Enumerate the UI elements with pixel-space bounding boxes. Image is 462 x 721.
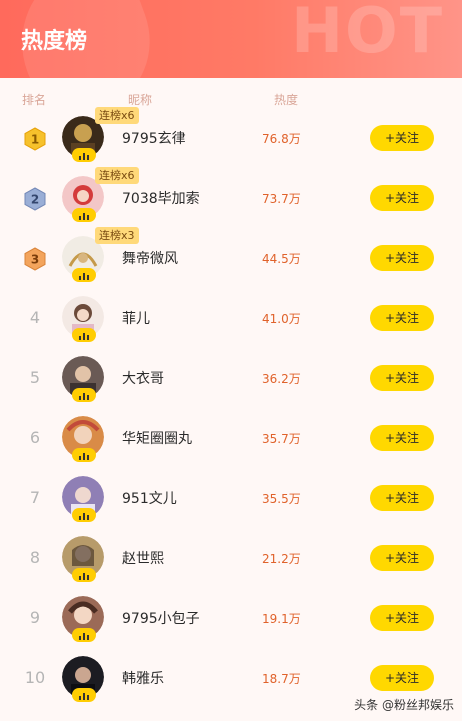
table-row[interactable]: 7 951文儿 35.5万 +关注: [0, 468, 462, 528]
streak-badge: 连榜x6: [95, 167, 139, 184]
table-row[interactable]: 9 9795小包子 19.1万 +关注: [0, 588, 462, 648]
nickname[interactable]: 7038毕加索: [122, 188, 200, 208]
nickname[interactable]: 951文儿: [122, 488, 177, 508]
leaderboard-card: HOT 热度榜 排名 昵称 热度 1 连榜x6 9795玄律 76.8万 +关注…: [0, 0, 462, 721]
table-row[interactable]: 1 连榜x6 9795玄律 76.8万 +关注: [0, 107, 462, 168]
heat-value: 41.0万: [262, 312, 301, 326]
svg-text:1: 1: [31, 133, 39, 147]
rank-number: 10: [24, 668, 46, 687]
column-header-rank: 排名: [22, 93, 47, 107]
heat-value: 19.1万: [262, 612, 301, 626]
streak-badge: 连榜x3: [95, 227, 139, 244]
heat-value: 35.7万: [262, 432, 301, 446]
heat-value: 18.7万: [262, 672, 301, 686]
live-indicator-icon: [72, 328, 96, 342]
follow-button[interactable]: +关注: [370, 425, 434, 451]
follow-button[interactable]: +关注: [370, 185, 434, 211]
follow-button[interactable]: +关注: [370, 125, 434, 151]
live-indicator-icon: [72, 628, 96, 642]
rank-number: 5: [29, 368, 41, 387]
live-indicator-icon: [72, 448, 96, 462]
follow-button[interactable]: +关注: [370, 545, 434, 571]
follow-button[interactable]: +关注: [370, 305, 434, 331]
page-title: 热度榜: [21, 29, 88, 54]
live-indicator-icon: [72, 388, 96, 402]
follow-button[interactable]: +关注: [370, 485, 434, 511]
table-row[interactable]: 2 连榜x6 7038毕加索 73.7万 +关注: [0, 167, 462, 228]
table-row[interactable]: 5 大衣哥 36.2万 +关注: [0, 348, 462, 408]
rank-number: 6: [29, 428, 41, 447]
column-header-nickname: 昵称: [128, 93, 153, 107]
live-indicator-icon: [72, 268, 96, 282]
leaderboard-header: HOT 热度榜: [0, 0, 462, 78]
table-row[interactable]: 6 华矩圈圈丸 35.7万 +关注: [0, 408, 462, 468]
hot-watermark-text: HOT: [291, 0, 444, 67]
nickname[interactable]: 大衣哥: [122, 368, 164, 388]
nickname[interactable]: 赵世熙: [122, 548, 164, 568]
bronze-rank-badge-icon: 3: [24, 247, 46, 271]
live-indicator-icon: [72, 208, 96, 222]
source-watermark: 头条 @粉丝邦娱乐: [354, 698, 454, 712]
svg-text:3: 3: [31, 253, 39, 267]
svg-text:2: 2: [31, 193, 39, 207]
live-indicator-icon: [72, 688, 96, 702]
follow-button[interactable]: +关注: [370, 605, 434, 631]
gold-rank-badge-icon: 1: [24, 127, 46, 151]
live-indicator-icon: [72, 568, 96, 582]
heat-value: 44.5万: [262, 252, 301, 266]
heat-value: 76.8万: [262, 132, 301, 146]
live-indicator-icon: [72, 148, 96, 162]
nickname[interactable]: 韩雅乐: [122, 668, 164, 688]
rank-number: 9: [29, 608, 41, 627]
table-row[interactable]: 4 菲儿 41.0万 +关注: [0, 288, 462, 348]
table-row[interactable]: 3 连榜x3 舞帝微风 44.5万 +关注: [0, 227, 462, 288]
table-row[interactable]: 8 赵世熙 21.2万 +关注: [0, 528, 462, 588]
heat-value: 35.5万: [262, 492, 301, 506]
nickname[interactable]: 舞帝微风: [122, 248, 178, 268]
nickname[interactable]: 9795玄律: [122, 128, 186, 148]
follow-button[interactable]: +关注: [370, 245, 434, 271]
silver-rank-badge-icon: 2: [24, 187, 46, 211]
nickname[interactable]: 华矩圈圈丸: [122, 428, 192, 448]
nickname[interactable]: 菲儿: [122, 308, 150, 328]
follow-button[interactable]: +关注: [370, 365, 434, 391]
rank-number: 4: [29, 308, 41, 327]
rank-number: 7: [29, 488, 41, 507]
follow-button[interactable]: +关注: [370, 665, 434, 691]
column-header-heat: 热度: [274, 93, 299, 107]
rank-number: 8: [29, 548, 41, 567]
nickname[interactable]: 9795小包子: [122, 608, 200, 628]
heat-value: 36.2万: [262, 372, 301, 386]
heat-value: 73.7万: [262, 192, 301, 206]
heat-value: 21.2万: [262, 552, 301, 566]
streak-badge: 连榜x6: [95, 107, 139, 124]
live-indicator-icon: [72, 508, 96, 522]
